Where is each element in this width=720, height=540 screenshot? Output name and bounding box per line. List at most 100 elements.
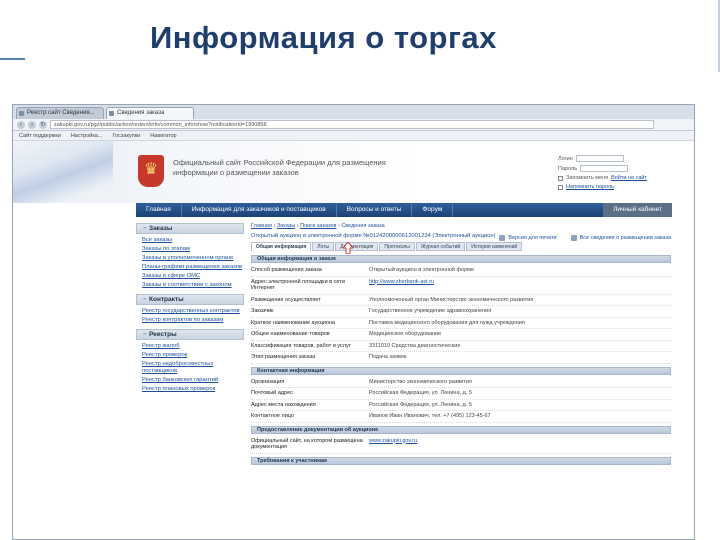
breadcrumb-current: Сведения заказа: [341, 223, 385, 229]
tab-history[interactable]: История изменений: [466, 242, 523, 251]
login-input[interactable]: [575, 155, 624, 162]
print-label: Версия для печати: [508, 235, 557, 241]
forgot-checkbox[interactable]: [558, 184, 563, 190]
sidebar-link[interactable]: Все заказы: [142, 237, 244, 244]
info-row: Общее наименование товаров Медицинское об…: [251, 329, 671, 341]
info-row-value: Медицинское оборудование: [369, 331, 442, 337]
info-row-label: Адрес места нахождения: [251, 401, 316, 408]
nav-item-info[interactable]: Информация для заказчиков и поставщиков: [182, 203, 337, 217]
nav-item-faq[interactable]: Вопросы и ответы: [337, 203, 413, 217]
sidebar-header[interactable]: − Контракты: [136, 294, 244, 305]
tab-lots[interactable]: Лоты: [312, 242, 335, 251]
info-row: Адрес места нахождения Российская Федерац…: [251, 400, 671, 411]
info-row-label: Способ размещения заказа: [251, 267, 322, 273]
info-row-label: Официальный сайт, на котором размещена д…: [251, 437, 363, 451]
breadcrumb-item[interactable]: Главная: [251, 223, 272, 229]
main-content: Главная › Заказы › Поиск заказов › Сведе…: [251, 223, 671, 467]
info-row-value: Российская Федерация, ул. Ленина, д. 5: [369, 401, 472, 408]
tab-favicon-icon: [19, 111, 24, 116]
print-action[interactable]: Версия для печати: [499, 235, 557, 241]
nav-item-home[interactable]: Главная: [136, 203, 182, 217]
browser-tab-1[interactable]: Реестр сайт Сведения...: [16, 107, 104, 119]
tab-common-info[interactable]: Общая информация: [251, 242, 312, 251]
url-input[interactable]: zakupki.gov.ru/pgz/public/action/orders/…: [50, 120, 654, 129]
forgot-link[interactable]: Напомнить пароль: [566, 184, 614, 190]
password-input[interactable]: [580, 165, 629, 172]
sidebar-link[interactable]: Реестр жалоб: [142, 343, 244, 350]
password-label: Пароль: [558, 165, 578, 172]
back-icon[interactable]: ‹: [17, 120, 25, 129]
info-row-label: Контактное лицо: [251, 413, 294, 419]
login-box: Логин Пароль Запомнить меня Войти на сайт…: [558, 155, 676, 193]
site-name: Официальный сайт Российской Федерации дл…: [173, 158, 386, 177]
content-tabs: Общая информация Лоты Документация Прото…: [251, 242, 671, 251]
browser-tab-label: Сведения заказа: [117, 110, 165, 116]
sidebar-header[interactable]: − Заказы: [136, 223, 244, 234]
section-header: Требования к участникам: [251, 456, 671, 465]
bookmark-item[interactable]: Сайт поддержки: [19, 133, 61, 139]
info-row-value: Поставка медицинского оборудования для н…: [369, 319, 525, 326]
browser-tab-2[interactable]: Сведения заказа: [106, 107, 194, 119]
sidebar-link[interactable]: Реестр контрактов по заказам: [142, 317, 244, 324]
personal-cabinet-button[interactable]: Личный кабинет: [603, 203, 672, 217]
info-row: Официальный сайт, на котором размещена д…: [251, 436, 671, 454]
sidebar: − Заказы Все заказы Заказы по этапам Зака…: [136, 223, 244, 398]
info-row-value: Открытый аукцион в электронной форме: [369, 267, 475, 273]
bookmark-item[interactable]: Настройка...: [71, 133, 103, 139]
top-nav: Главная Информация для заказчиков и пост…: [136, 203, 672, 217]
nav-item-forum[interactable]: Форум: [412, 203, 454, 217]
info-row-value[interactable]: www.zakupki.gov.ru: [369, 438, 671, 451]
sidebar-header[interactable]: − Реестры: [136, 329, 244, 340]
info-row-value: Государственное учреждение здравоохранен…: [369, 308, 492, 314]
tab-documentation[interactable]: Документация: [335, 242, 379, 251]
info-row-label: Классификация товаров, работ и услуг: [251, 342, 351, 349]
sidebar-link[interactable]: Заказы в уполномоченном органе: [142, 255, 244, 262]
sidebar-link[interactable]: Реестр банковских гарантий: [142, 377, 244, 384]
info-row: Организация Министерство экономического р…: [251, 377, 671, 388]
info-row-label: Общее наименование товаров: [251, 331, 330, 337]
sidebar-header-label: Заказы: [149, 225, 173, 232]
address-bar: ‹ › ↻ zakupki.gov.ru/pgz/public/action/o…: [13, 119, 694, 131]
sidebar-link[interactable]: Реестр плановых проверок: [142, 386, 244, 393]
remember-checkbox[interactable]: [558, 175, 563, 181]
flag-banner: [13, 141, 113, 203]
info-row-value[interactable]: http://www.sberbank-ast.ru: [369, 279, 671, 292]
sidebar-link[interactable]: Планы-графики размещения заказов: [142, 264, 244, 271]
bookmark-item[interactable]: Навигатор: [150, 133, 176, 139]
info-row: Способ размещения заказа Открытый аукцион…: [251, 265, 671, 277]
info-row-label: Адрес электронной площадки в сети Интерн…: [251, 278, 345, 292]
enter-link[interactable]: Войти на сайт: [611, 175, 647, 181]
info-row-value: Российская Федерация, ул. Ленина, д. 5: [369, 390, 472, 396]
tab-favicon-icon: [109, 111, 114, 116]
section-header: Общая информация о заказе: [251, 255, 671, 263]
tab-event-log[interactable]: Журнал событий: [415, 242, 466, 251]
browser-tabstrip: Реестр сайт Сведения... Сведения заказа: [13, 105, 694, 119]
site-header: ♛ Официальный сайт Российской Федерации …: [13, 141, 694, 203]
forward-icon[interactable]: ›: [28, 120, 36, 129]
info-row-label: Организация: [251, 378, 285, 385]
breadcrumb-item[interactable]: Поиск заказов: [300, 223, 336, 229]
info-row-label: Краткое наименование аукциона: [251, 319, 336, 326]
section-header: Контактная информация: [251, 366, 671, 375]
browser-tab-label: Реестр сайт Сведения...: [27, 110, 95, 116]
sidebar-link[interactable]: Реестр проверок: [142, 352, 244, 359]
info-row-label: Размещение осуществляет: [251, 296, 321, 303]
bookmarks-bar: Сайт поддержки Настройка... Госзакупки Н…: [13, 131, 694, 141]
bookmark-item[interactable]: Госзакупки: [113, 133, 141, 139]
sidebar-link[interactable]: Реестр государственных контрактов: [142, 308, 244, 315]
sidebar-link[interactable]: Реестр недобросовестных поставщиков: [142, 361, 244, 375]
breadcrumb-item[interactable]: Заказы: [277, 223, 295, 229]
info-row-value: Подача заявок: [369, 354, 407, 360]
info-row: Этап размещения заказа Подача заявок: [251, 352, 671, 364]
info-row-label: Заказчик: [251, 308, 274, 314]
reload-icon[interactable]: ↻: [39, 120, 47, 129]
all-info-action[interactable]: Все сведения о размещении заказа: [570, 235, 671, 241]
sidebar-link[interactable]: Заказы в сфере ОМС: [142, 273, 244, 280]
tab-protocols[interactable]: Протоколы: [379, 242, 415, 251]
sidebar-section-orders: − Заказы Все заказы Заказы по этапам Зака…: [136, 223, 244, 289]
sidebar-link[interactable]: Заказы в соответствии с законом: [142, 282, 244, 289]
info-row-label: Почтовый адрес: [251, 390, 293, 396]
info-sections: Общая информация о заказе Способ размещен…: [251, 242, 671, 465]
sidebar-link[interactable]: Заказы по этапам: [142, 246, 244, 253]
sidebar-section-registries: − Реестры Реестр жалоб Реестр проверок Ре…: [136, 329, 244, 393]
